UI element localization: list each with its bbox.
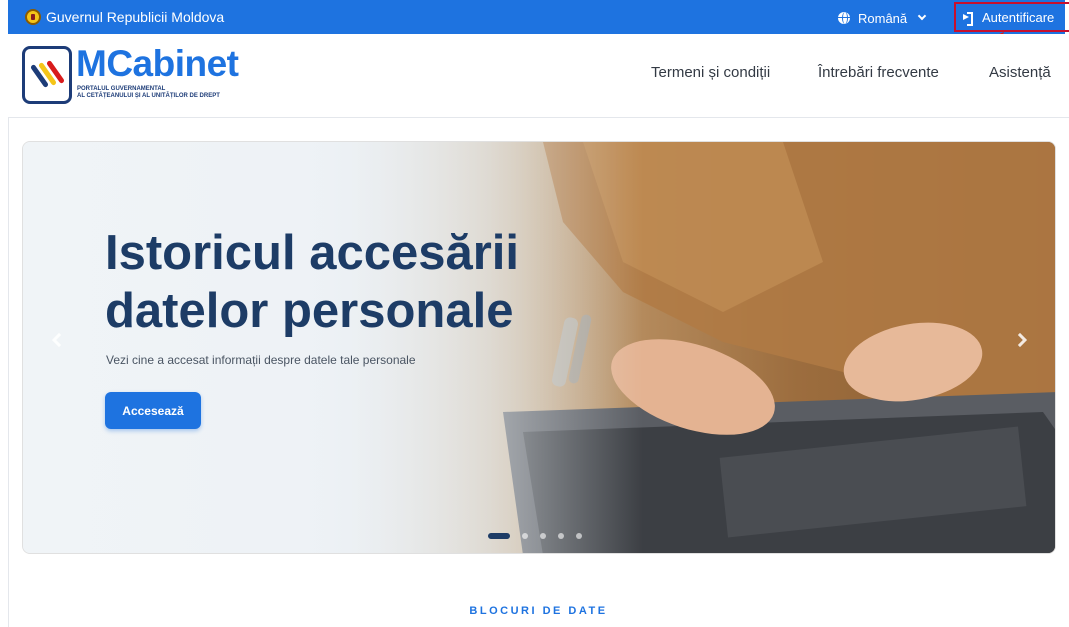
- nav-terms[interactable]: Termeni și condiții: [651, 64, 770, 81]
- carousel-dot-2[interactable]: [522, 533, 528, 539]
- site-header: MCabinet PORTALUL GUVERNAMENTAL AL CETĂȚ…: [8, 34, 1069, 118]
- carousel-dot-5[interactable]: [576, 533, 582, 539]
- logo-subtitle: PORTALUL GUVERNAMENTAL AL CETĂȚEANULUI Ș…: [77, 86, 277, 100]
- nav-faq[interactable]: Întrebări frecvente: [818, 64, 939, 81]
- carousel-indicators: [488, 533, 594, 539]
- globe-icon: [838, 12, 850, 24]
- access-button[interactable]: Accesează: [105, 392, 201, 429]
- hero-subtitle: Vezi cine a accesat informații despre da…: [106, 353, 416, 367]
- carousel-next-icon[interactable]: [1011, 328, 1035, 352]
- hero-title: Istoricul accesării datelor personale: [105, 226, 520, 338]
- logo-subtitle-line2: AL CETĂȚEANULUI ȘI AL UNITĂȚILOR DE DREP…: [77, 93, 220, 99]
- government-bar: Guvernul Republicii Moldova Română Auten…: [8, 0, 1069, 34]
- language-label: Română: [858, 10, 908, 26]
- logo-name[interactable]: MCabinet: [76, 44, 239, 84]
- language-selector[interactable]: Română: [838, 8, 927, 28]
- hero-overlay: [23, 142, 643, 553]
- mcabinet-logo-icon[interactable]: [22, 46, 72, 104]
- left-divider: [8, 118, 9, 627]
- carousel-dot-4[interactable]: [558, 533, 564, 539]
- government-title-link[interactable]: Guvernul Republicii Moldova: [46, 9, 224, 25]
- nav-support[interactable]: Asistență: [989, 64, 1051, 81]
- login-label: Autentificare: [982, 9, 1055, 25]
- hero-carousel: Istoricul accesării datelor personale Ve…: [22, 141, 1056, 554]
- login-button[interactable]: Autentificare: [954, 2, 1069, 32]
- logo-subtitle-line1: PORTALUL GUVERNAMENTAL: [77, 86, 166, 92]
- sign-in-icon: [963, 12, 973, 26]
- chevron-down-icon: [917, 11, 927, 21]
- moldova-emblem-icon: [25, 9, 41, 25]
- carousel-dot-1[interactable]: [488, 533, 510, 539]
- page: Guvernul Republicii Moldova Română Auten…: [0, 0, 1069, 627]
- section-heading: BLOCURI DE DATE: [469, 605, 608, 617]
- carousel-dot-3[interactable]: [540, 533, 546, 539]
- carousel-prev-icon[interactable]: [45, 328, 69, 352]
